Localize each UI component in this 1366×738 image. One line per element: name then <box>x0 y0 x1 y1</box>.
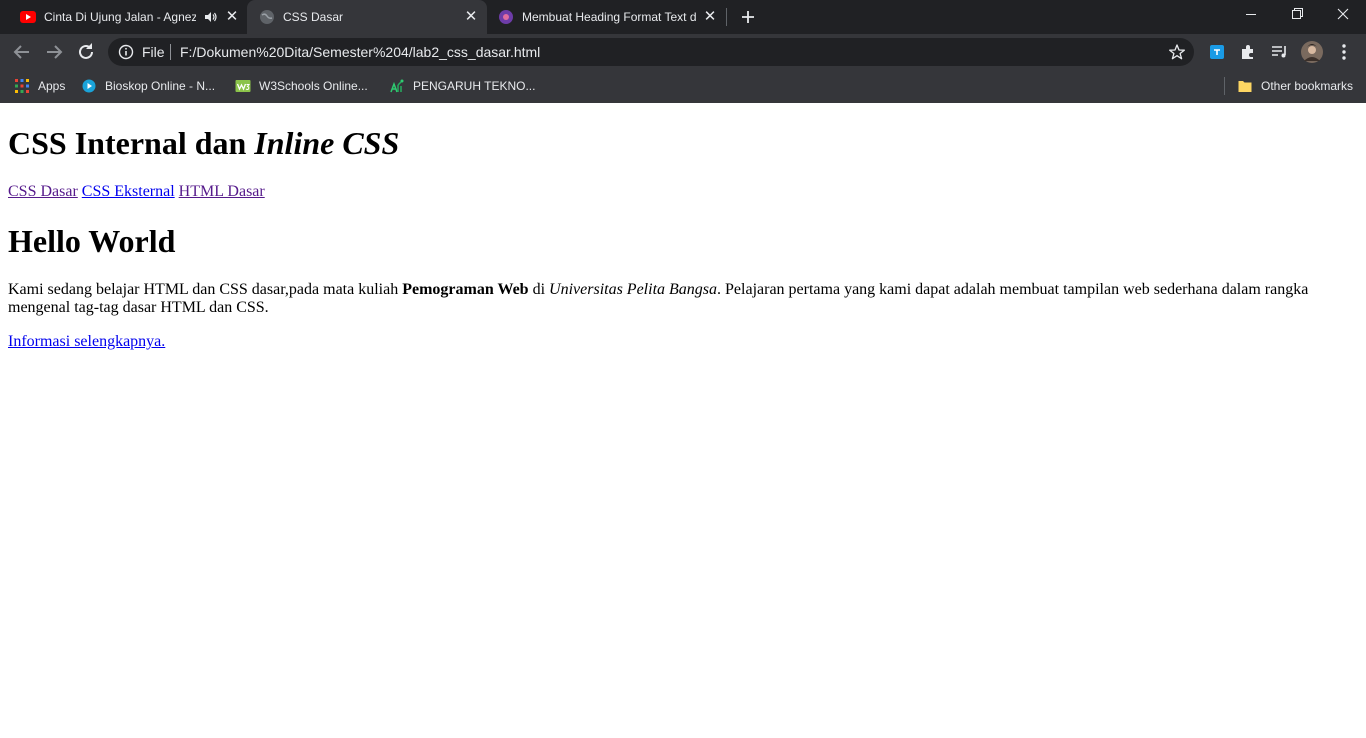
forward-icon[interactable] <box>42 40 66 64</box>
more-info-link[interactable]: Informasi selengkapnya. <box>8 333 165 350</box>
folder-icon <box>1238 81 1252 92</box>
heading-italic-text: Inline CSS <box>254 125 400 161</box>
new-tab-icon[interactable] <box>740 9 756 25</box>
minimize-icon[interactable] <box>1228 0 1274 30</box>
address-bar[interactable]: File F:/Dokumen%20Dita/Semester%204/lab2… <box>108 38 1194 66</box>
heading-plain-text: CSS Internal dan <box>8 125 255 161</box>
youtube-icon <box>20 11 36 23</box>
intro-text: Kami sedang belajar HTML dan CSS dasar,p… <box>8 281 403 298</box>
tab-css-dasar[interactable]: CSS Dasar ✕ <box>247 0 487 34</box>
back-icon[interactable] <box>10 40 34 64</box>
nav-link-css-dasar[interactable]: CSS Dasar <box>8 183 78 200</box>
bookmark-label: W3Schools Online... <box>259 79 368 93</box>
course-name: Pemograman Web <box>402 281 529 298</box>
play-circle-icon <box>82 79 96 93</box>
menu-kebab-icon[interactable] <box>1334 42 1354 62</box>
bookmark-label: Bioskop Online - N... <box>105 79 216 93</box>
tab-separator <box>726 8 727 26</box>
profile-avatar[interactable] <box>1301 41 1323 63</box>
site-icon <box>499 10 513 24</box>
url-text[interactable]: F:/Dokumen%20Dita/Semester%204/lab2_css_… <box>180 45 540 59</box>
bookmark-apps[interactable]: Apps <box>14 77 65 95</box>
site-logo-icon <box>390 79 404 93</box>
hello-heading: Hello World <box>8 223 176 259</box>
tab-youtube[interactable]: Cinta Di Ujung Jalan - Agnez ✕ <box>8 0 246 34</box>
bookmarks-separator <box>1224 77 1225 95</box>
tab-title: Membuat Heading Format Text d <box>522 10 697 24</box>
bookmark-bioskop[interactable]: Bioskop Online - N... <box>81 77 215 95</box>
bookmark-star-icon[interactable] <box>1168 43 1186 61</box>
extensions-puzzle-icon[interactable] <box>1238 42 1258 62</box>
tab-title: CSS Dasar <box>283 10 344 24</box>
tab-close-icon[interactable]: ✕ <box>463 9 479 25</box>
close-window-icon[interactable] <box>1320 0 1366 30</box>
translate-extension-icon[interactable] <box>1207 42 1227 62</box>
reload-icon[interactable] <box>74 40 98 64</box>
more-info-paragraph: Informasi selengkapnya. <box>8 333 165 351</box>
speaker-icon[interactable] <box>204 11 218 23</box>
nav-link-css-eksternal[interactable]: CSS Eksternal <box>82 183 175 200</box>
apps-grid-icon <box>15 79 29 93</box>
tab-title: Cinta Di Ujung Jalan - Agnez <box>44 10 196 24</box>
bookmark-label: PENGARUH TEKNO... <box>413 79 536 93</box>
nav-link-html-dasar[interactable]: HTML Dasar <box>179 183 265 200</box>
toolbar: File F:/Dokumen%20Dita/Semester%204/lab2… <box>0 34 1366 70</box>
intro-text: di <box>528 281 550 298</box>
bookmark-w3schools[interactable]: W3Schools Online... <box>235 77 368 95</box>
other-bookmarks-label: Other bookmarks <box>1261 79 1354 93</box>
tab-strip: Cinta Di Ujung Jalan - Agnez ✕ CSS Dasar… <box>0 0 1366 34</box>
bookmark-label: Apps <box>38 79 66 93</box>
other-bookmarks[interactable]: Other bookmarks <box>1237 77 1353 95</box>
page-content: CSS Internal dan Inline CSS CSS Dasar CS… <box>0 103 1366 738</box>
tab-close-icon[interactable]: ✕ <box>224 9 240 25</box>
tab-heading-format[interactable]: Membuat Heading Format Text d ✕ <box>488 0 726 34</box>
tab-close-icon[interactable]: ✕ <box>702 9 718 25</box>
address-divider <box>170 44 171 60</box>
university-name: Universitas Pelita Bangsa <box>549 281 718 298</box>
bookmark-pengaruh[interactable]: PENGARUH TEKNO... <box>389 77 535 95</box>
nav-links: CSS Dasar CSS Eksternal HTML Dasar <box>8 183 265 201</box>
info-icon[interactable] <box>118 44 134 60</box>
scheme-label: File <box>142 44 165 60</box>
media-control-icon[interactable] <box>1270 42 1290 62</box>
intro-paragraph: Kami sedang belajar HTML dan CSS dasar,p… <box>8 281 1348 317</box>
page-heading: CSS Internal dan Inline CSS <box>8 125 399 162</box>
w3schools-icon <box>235 80 251 92</box>
restore-icon[interactable] <box>1274 0 1320 30</box>
bookmarks-bar: Apps Bioskop Online - N... W3Schools Onl… <box>0 70 1366 103</box>
globe-icon <box>260 10 274 24</box>
